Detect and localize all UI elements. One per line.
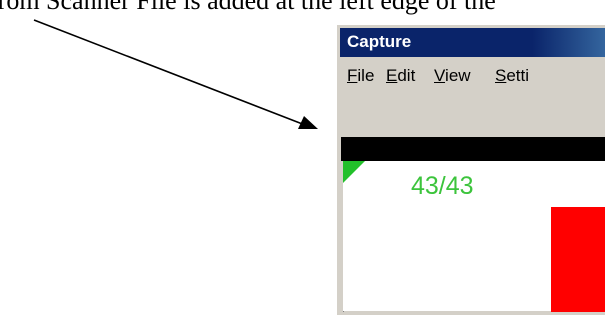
menu-edit[interactable]: Edit xyxy=(386,66,415,86)
arrow-line xyxy=(33,19,306,126)
menu-settings-label: etti xyxy=(506,66,530,85)
menu-view-accel: V xyxy=(434,66,446,85)
frame-counter: 43/43 xyxy=(411,172,474,200)
menu-file-accel: F xyxy=(347,66,358,85)
menu-settings-accel: S xyxy=(495,66,507,85)
menu-view[interactable]: View xyxy=(434,66,471,86)
title-bar: Capture xyxy=(340,28,605,57)
menu-settings[interactable]: Setti xyxy=(495,66,529,86)
display-header-band xyxy=(341,137,605,161)
menu-view-label: iew xyxy=(445,66,471,85)
menu-edit-label: dit xyxy=(397,66,416,85)
arrow-head xyxy=(298,116,318,129)
menu-edit-accel: E xyxy=(386,66,398,85)
menu-bar: File Edit View Setti xyxy=(340,57,605,101)
menu-file-label: ile xyxy=(357,66,375,85)
corner-marker-icon xyxy=(343,161,365,183)
caption-text: from Scanner File is added at the left e… xyxy=(0,0,496,15)
menu-file[interactable]: File xyxy=(347,66,374,86)
red-image-block xyxy=(551,207,605,312)
window-title: Capture xyxy=(347,32,412,51)
